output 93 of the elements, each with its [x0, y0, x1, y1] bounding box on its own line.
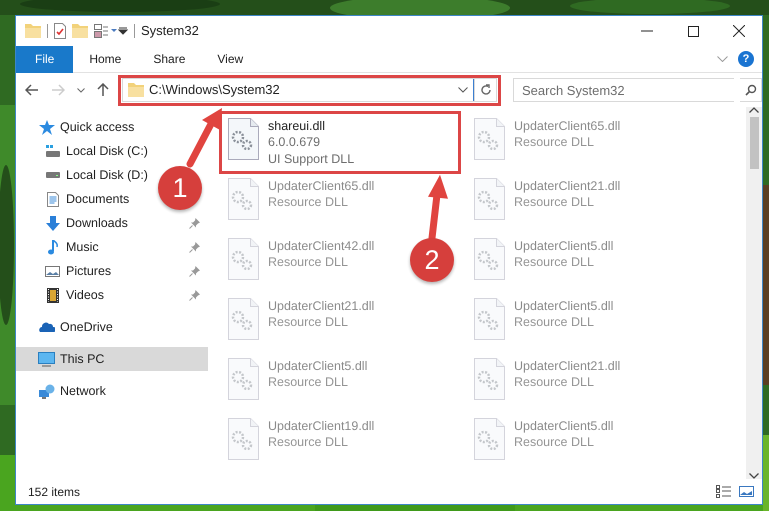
close-icon [733, 25, 745, 37]
file-item[interactable]: shareui.dll 6.0.0.679 UI Support DLL [224, 116, 358, 169]
folder-icon [128, 83, 144, 97]
window-title: System32 [141, 22, 199, 40]
file-name: UpdaterClient42.dll [268, 238, 374, 254]
drive-icon [46, 145, 60, 157]
file-name: UpdaterClient5.dll [514, 298, 614, 314]
download-arrow-icon [46, 216, 60, 230]
item-count: 152 items [28, 484, 80, 500]
address-bar[interactable]: C:\Windows\System32 [122, 78, 497, 102]
file-menu-button[interactable]: File [16, 46, 74, 72]
search-field[interactable]: Search System32 [513, 78, 734, 102]
file-name: UpdaterClient65.dll [514, 118, 620, 134]
expand-ribbon-icon[interactable] [717, 56, 728, 62]
nav-item[interactable]: Downloads [16, 211, 128, 235]
pictures-icon [45, 266, 60, 276]
ribbon-tab[interactable]: Home [73, 46, 138, 72]
gear-document-icon [474, 178, 505, 220]
file-description: Resource DLL [268, 434, 349, 450]
gear-document-icon [474, 418, 505, 460]
gear-document-icon [228, 418, 259, 460]
caret-icon [458, 87, 468, 93]
gear-document-icon [228, 298, 259, 340]
gear-document-icon [474, 238, 505, 280]
monitor-icon [38, 352, 55, 366]
file-name: UpdaterClient65.dll [268, 178, 374, 194]
refresh-icon [480, 84, 492, 96]
file-version: 6.0.0.679 [268, 134, 322, 150]
search-button[interactable] [740, 78, 762, 102]
arrow [186, 108, 222, 168]
nav-item[interactable]: Local Disk (C:) [16, 139, 148, 163]
file-description: Resource DLL [514, 134, 595, 150]
gear-document-icon [474, 298, 505, 340]
scroll-down-icon[interactable] [749, 473, 759, 479]
file-description: UI Support DLL [268, 150, 354, 167]
nav-item[interactable]: Pictures [16, 259, 112, 283]
ribbon-tab[interactable]: Share [137, 46, 202, 72]
file-name: shareui.dll [268, 118, 326, 134]
scrollbar[interactable] [746, 107, 762, 479]
drive-icon [46, 172, 60, 178]
scroll-thumb[interactable] [750, 117, 758, 169]
file-name: UpdaterClient21.dll [268, 298, 374, 314]
nav-item[interactable]: This PC [16, 347, 208, 371]
nav-item[interactable]: Videos [16, 283, 104, 307]
gear-document-icon [474, 118, 505, 160]
gear-document-icon [228, 358, 259, 400]
details-view-icon[interactable] [716, 485, 731, 498]
file-name: UpdaterClient19.dll [268, 418, 374, 434]
ribbon-tab[interactable]: View [201, 46, 260, 72]
nav-item[interactable]: Local Disk (D:) [16, 163, 148, 187]
file-description: Resource DLL [268, 374, 349, 390]
file-description: Resource DLL [514, 374, 595, 390]
network-icon [38, 384, 54, 398]
recent-locations-button[interactable] [74, 88, 88, 92]
file-description: Resource DLL [268, 254, 349, 270]
file-description: Resource DLL [514, 254, 595, 270]
nav-item[interactable]: Network [16, 379, 208, 403]
file-description: Resource DLL [514, 434, 595, 450]
nav-item[interactable]: Quick access [16, 115, 208, 139]
properties-icon[interactable] [54, 23, 66, 39]
document-icon [46, 192, 58, 206]
gear-document-icon [228, 118, 259, 160]
file-description: Resource DLL [268, 314, 349, 330]
gear-document-icon [474, 358, 505, 400]
large-icons-view-icon[interactable] [739, 486, 754, 497]
file-description: Resource DLL [514, 194, 595, 210]
nav-item[interactable]: Music [16, 235, 99, 259]
music-note-icon [48, 240, 58, 254]
file-description: Resource DLL [514, 314, 595, 330]
caret-icon [77, 88, 85, 92]
file-name: UpdaterClient21.dll [514, 178, 620, 194]
gear-document-icon [228, 178, 259, 220]
help-button[interactable]: ? [738, 51, 754, 67]
file-name: UpdaterClient5.dll [268, 358, 368, 374]
back-arrow-icon [25, 84, 39, 96]
file-name: UpdaterClient5.dll [514, 418, 614, 434]
forward-arrow-icon [51, 84, 65, 96]
gear-document-icon [228, 238, 259, 280]
customize-toolbar-icon[interactable] [118, 27, 128, 35]
file-name: UpdaterClient21.dll [514, 358, 620, 374]
scroll-up-icon[interactable] [749, 107, 759, 113]
up-arrow-icon [97, 83, 109, 97]
file-name: UpdaterClient5.dll [514, 238, 614, 254]
film-icon [46, 288, 58, 302]
nav-item[interactable]: Documents [16, 187, 130, 211]
minimize-icon [641, 30, 653, 32]
file-description: Resource DLL [268, 194, 349, 210]
cloud-icon [38, 322, 54, 332]
maximize-icon [688, 26, 698, 36]
search-icon [744, 84, 756, 96]
view-options-icon[interactable] [94, 24, 118, 38]
nav-item[interactable]: OneDrive [16, 315, 208, 339]
star-icon [38, 120, 54, 134]
